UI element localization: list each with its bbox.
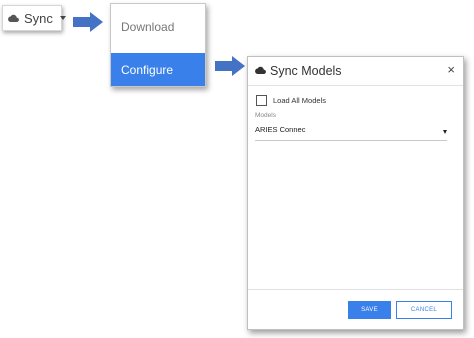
sync-button[interactable]: Sync bbox=[2, 5, 66, 31]
right-arrow-icon bbox=[215, 56, 245, 76]
caret-down-icon bbox=[443, 130, 447, 134]
sync-dropdown-menu: Download Configure bbox=[110, 3, 206, 87]
divider bbox=[248, 289, 463, 290]
load-all-models-checkbox[interactable] bbox=[256, 95, 267, 106]
cancel-button[interactable]: CANCEL bbox=[396, 301, 452, 319]
cloud-icon bbox=[8, 11, 19, 26]
dialog-title: Sync Models bbox=[270, 64, 342, 78]
sync-models-dialog: Sync Models × Load All Models Models ARI… bbox=[247, 56, 464, 330]
menu-item-configure[interactable]: Configure bbox=[111, 53, 205, 86]
caret-down-icon bbox=[59, 16, 66, 20]
right-arrow-icon bbox=[73, 12, 103, 32]
models-field-label: Models bbox=[255, 112, 276, 119]
divider bbox=[248, 85, 463, 86]
models-select[interactable]: ARIES Connec bbox=[255, 123, 447, 141]
menu-item-download[interactable]: Download bbox=[111, 10, 205, 44]
sync-button-label: Sync bbox=[24, 10, 53, 26]
save-button[interactable]: SAVE bbox=[348, 301, 391, 319]
close-icon[interactable]: × bbox=[447, 63, 455, 77]
dialog-header: Sync Models × bbox=[248, 57, 463, 85]
load-all-models-label: Load All Models bbox=[273, 96, 326, 105]
models-select-value: ARIES Connec bbox=[255, 125, 306, 134]
cloud-icon bbox=[255, 62, 266, 80]
